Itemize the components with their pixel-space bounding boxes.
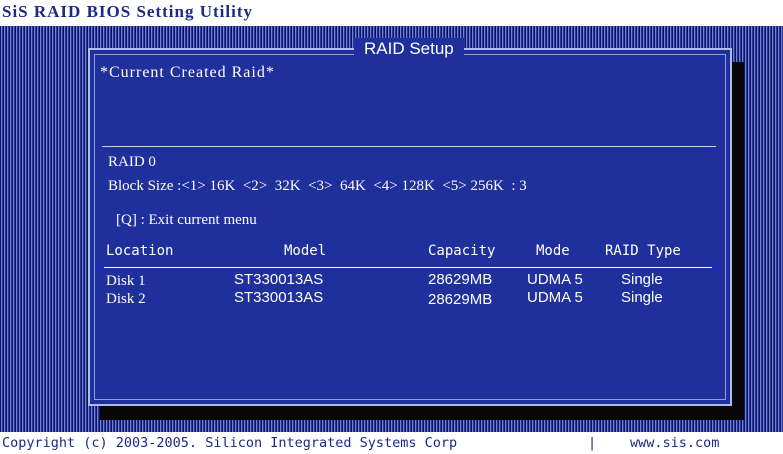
header-underline [104,267,712,268]
row-capacity: 28629MB [428,291,493,308]
copyright-text: Copyright (c) 2003-2005. Silicon Integra… [2,435,458,451]
raid-setup-panel: RAID Setup *Current Created Raid* RAID 0… [88,38,732,406]
utility-title-bar: SiS RAID BIOS Setting Utility [0,0,783,26]
row-model: ST330013AS [234,289,324,306]
row-model: ST330013AS [234,271,324,288]
col-header-mode: Mode [536,243,570,259]
current-created-raid-label: *Current Created Raid* [98,64,277,82]
col-header-location: Location [106,243,174,259]
website-text: www.sis.com [630,435,720,451]
row-location: Disk 2 [106,291,146,307]
exit-hint[interactable]: [Q] : Exit current menu [116,212,257,229]
row-location: Disk 1 [106,273,146,289]
panel-title: RAID Setup [354,38,464,60]
row-capacity: 28629MB [428,271,493,288]
row-raid-type: Single [621,271,663,288]
block-size-options: Block Size :<1> 16K <2> 32K <3> 64K <4> … [108,178,527,194]
row-raid-type: Single [621,289,663,306]
raid-level: RAID 0 [108,154,156,170]
row-mode: UDMA 5 [527,289,583,306]
row-mode: UDMA 5 [527,271,583,288]
col-header-raid-type: RAID Type [605,243,681,259]
col-header-model: Model [284,243,327,259]
col-header-capacity: Capacity [428,243,496,259]
section-divider [102,146,716,147]
status-separator: | [588,435,597,451]
utility-title: SiS RAID BIOS Setting Utility [2,2,253,21]
status-bar: Copyright (c) 2003-2005. Silicon Integra… [0,432,783,454]
